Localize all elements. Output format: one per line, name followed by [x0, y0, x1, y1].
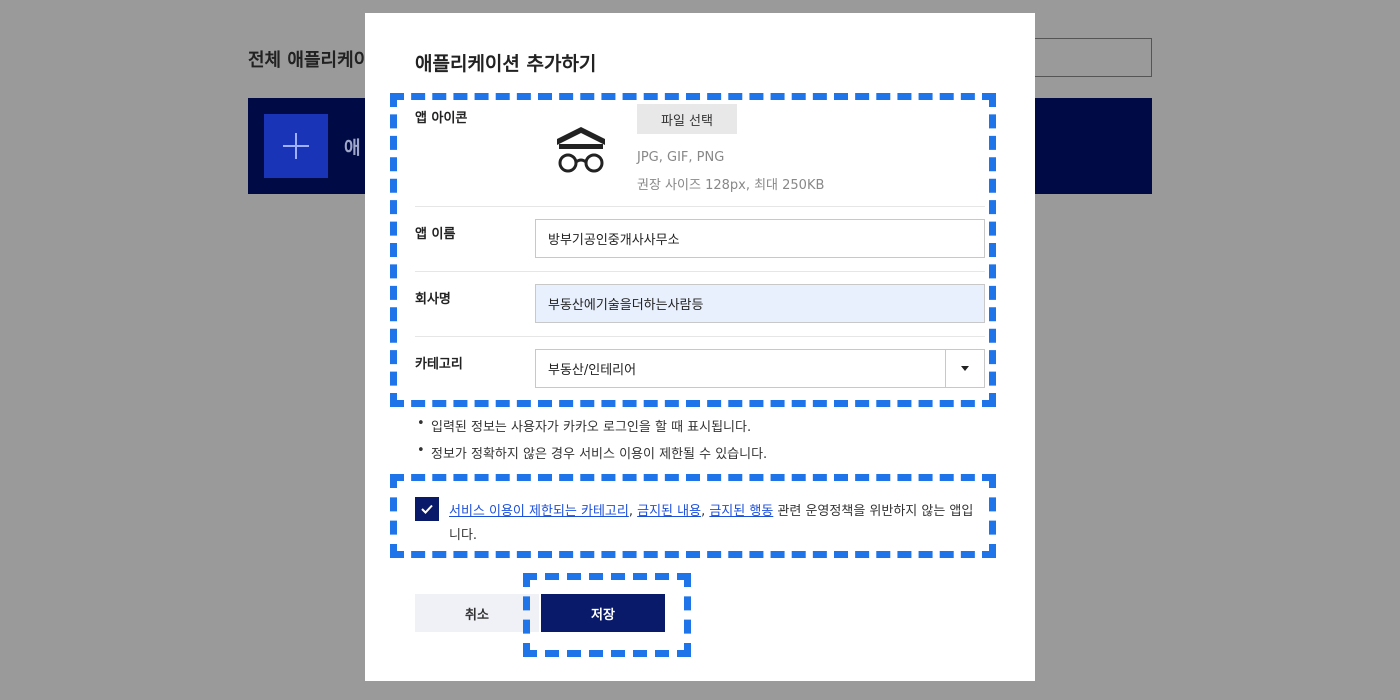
dialog-title: 애플리케이션 추가하기 — [415, 53, 597, 75]
notice-text: 정보가 정확하지 않은 경우 서비스 이용이 제한될 수 있습니다. — [431, 447, 768, 462]
company-label: 회사명 — [415, 292, 451, 307]
app-icon-label: 앱 아이콘 — [415, 111, 468, 126]
notice-text: 입력된 정보는 사용자가 카카오 로그인을 할 때 표시됩니다. — [431, 420, 752, 435]
company-row: 회사명 부동산에기술을더하는사람등 — [415, 272, 985, 337]
category-select[interactable]: 부동산/인테리어 — [535, 349, 985, 388]
app-name-input[interactable]: 방부기공인중개사사무소 — [535, 219, 985, 258]
prohibited-content-link[interactable]: 금지된 내용 — [637, 504, 701, 519]
page-title: 전체 애플리케이 — [248, 50, 371, 71]
plus-icon[interactable] — [264, 114, 328, 178]
category-value: 부동산/인테리어 — [548, 363, 637, 378]
app-name-row: 앱 이름 방부기공인중개사사무소 — [415, 207, 985, 272]
glasses-roof-icon — [557, 127, 605, 173]
file-format-hint: JPG, GIF, PNG — [637, 150, 725, 165]
app-icon-row: 앱 아이콘 파일 선택 JPG, GIF, PNG 권장 사이즈 128px, … — [415, 93, 985, 207]
dropdown-toggle[interactable] — [945, 350, 984, 387]
notice-item: • 정보가 정확하지 않은 경우 서비스 이용이 제한될 수 있습니다. — [417, 443, 768, 462]
category-label: 카테고리 — [415, 357, 463, 372]
add-application-dialog: 애플리케이션 추가하기 앱 아이콘 파일 선택 JPG, GIF, PNG 권장… — [365, 13, 1035, 681]
save-button[interactable]: 저장 — [541, 594, 665, 632]
cancel-button[interactable]: 취소 — [415, 594, 539, 632]
company-value: 부동산에기술을더하는사람등 — [548, 298, 704, 313]
file-size-hint: 권장 사이즈 128px, 최대 250KB — [637, 178, 825, 193]
app-name-value: 방부기공인중개사사무소 — [548, 233, 680, 248]
separator: , — [701, 504, 706, 519]
company-input[interactable]: 부동산에기술을더하는사람등 — [535, 284, 985, 323]
app-name-label: 앱 이름 — [415, 227, 456, 242]
file-select-button[interactable]: 파일 선택 — [637, 104, 737, 134]
check-icon — [421, 504, 433, 514]
notice-list: • 입력된 정보는 사용자가 카카오 로그인을 할 때 표시됩니다. • 정보가 정… — [417, 416, 767, 470]
caret-down-icon — [961, 366, 969, 371]
restricted-category-link[interactable]: 서비스 이용이 제한되는 카테고리 — [449, 504, 629, 519]
separator: , — [628, 504, 633, 519]
category-row: 카테고리 부동산/인테리어 — [415, 337, 985, 402]
banner-label: 애 — [344, 138, 361, 159]
agreement-text: 서비스 이용이 제한되는 카테고리, 금지된 내용, 금지된 행동 관련 운영정… — [449, 500, 979, 548]
prohibited-behavior-link[interactable]: 금지된 행동 — [709, 504, 773, 519]
agree-checkbox[interactable] — [415, 497, 439, 521]
notice-item: • 입력된 정보는 사용자가 카카오 로그인을 할 때 표시됩니다. — [417, 416, 752, 435]
